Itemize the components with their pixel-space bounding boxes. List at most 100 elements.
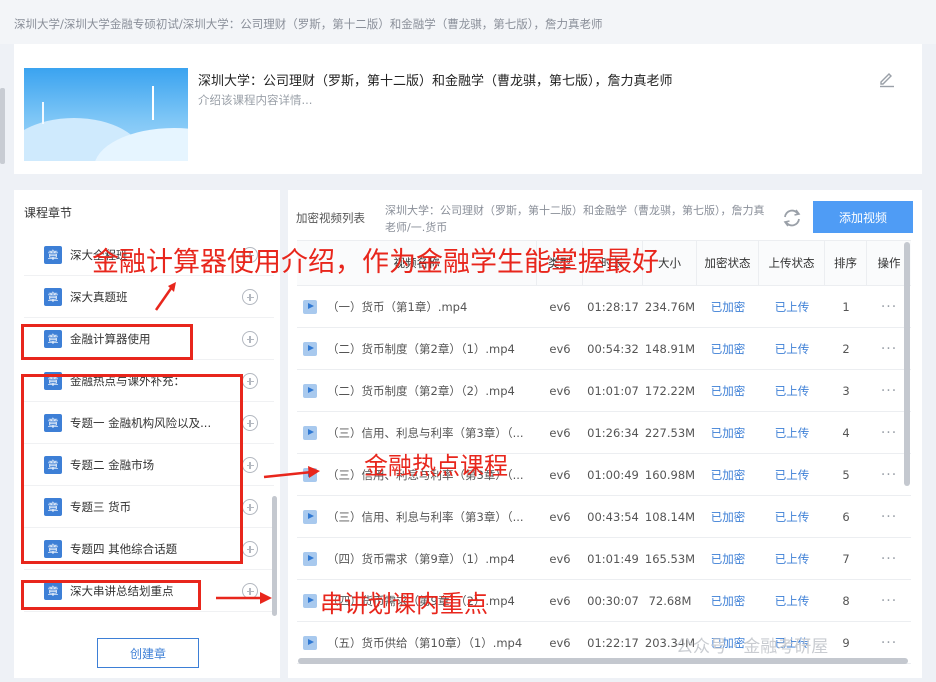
table-row[interactable]: （二）货币制度（第2章）（1）.mp4 ev6 00:54:32 148.91M 已加密… [297,328,911,370]
sort-order: 6 [842,509,850,524]
video-type: ev6 [549,425,571,440]
chapter-badge: 章 [44,245,62,264]
add-subsection-icon[interactable] [242,541,258,557]
column-header[interactable]: 上传状态 [759,240,825,286]
video-name-label: （三）信用、利息与利率（第3章）（... [327,425,524,440]
video-size: 165.53M [644,551,696,566]
video-name-label: （二）货币制度（第2章）（2）.mp4 [327,383,515,398]
upload-status-link[interactable]: 已上传 [759,509,825,525]
sort-order: 5 [842,467,850,482]
encryption-status-link[interactable]: 已加密 [697,341,759,357]
play-icon[interactable] [303,383,317,398]
encryption-status-link[interactable]: 已加密 [697,299,759,315]
add-subsection-icon[interactable] [242,373,258,389]
edit-icon[interactable] [878,70,896,88]
annotation-box-review [21,580,201,610]
more-actions-icon[interactable]: ··· [867,635,911,651]
video-type: ev6 [549,341,571,356]
upload-status-link[interactable]: 已上传 [759,341,825,357]
video-type: ev6 [549,383,571,398]
table-horizontal-scrollbar[interactable] [298,658,908,664]
play-icon[interactable] [303,425,317,440]
video-type: ev6 [549,593,571,608]
encryption-status-link[interactable]: 已加密 [697,425,759,441]
create-chapter-button[interactable]: 创建章 [97,638,199,668]
play-icon[interactable] [303,509,317,524]
upload-status-link[interactable]: 已上传 [759,425,825,441]
more-actions-icon[interactable]: ··· [867,509,911,525]
video-panel-title: 加密视频列表 [296,211,365,225]
video-duration: 00:43:54 [587,509,639,524]
add-subsection-icon[interactable] [242,499,258,515]
more-actions-icon[interactable]: ··· [867,551,911,567]
chapter-item[interactable]: 章深大真题班 [24,276,274,318]
video-name: （一）货币（第1章）.mp4 [297,299,537,315]
upload-status-link[interactable]: 已上传 [759,593,825,609]
upload-status-link[interactable]: 已上传 [759,467,825,483]
video-name: （三）信用、利息与利率（第3章）（... [297,509,537,525]
video-name-label: （三）信用、利息与利率（第3章）（... [327,509,524,524]
upload-status-link[interactable]: 已上传 [759,551,825,567]
encryption-status-link[interactable]: 已加密 [697,383,759,399]
video-size: 108.14M [644,509,696,524]
video-name-label: （二）货币制度（第2章）（1）.mp4 [327,341,515,356]
play-icon[interactable] [303,341,317,356]
video-duration: 01:22:17 [587,635,639,650]
video-name: （三）信用、利息与利率（第3章）（... [297,425,537,441]
video-name: （二）货币制度（第2章）（1）.mp4 [297,341,537,357]
page-scrollbar[interactable] [0,88,5,164]
add-subsection-icon[interactable] [242,457,258,473]
play-icon[interactable] [303,551,317,566]
annotation-review: 串讲划课内重点 [320,590,488,618]
add-subsection-icon[interactable] [242,289,258,305]
table-row[interactable]: （一）货币（第1章）.mp4 ev6 01:28:17 234.76M 已加密 已上传 1 ·… [297,286,911,328]
video-duration: 01:28:17 [587,299,639,314]
play-icon[interactable] [303,299,317,314]
watermark: 公众号 · 金融考研屋 [676,637,829,657]
add-subsection-icon[interactable] [242,583,258,599]
sort-order: 7 [842,551,850,566]
video-name-label: （四）货币需求（第9章）（1）.mp4 [327,551,515,566]
encryption-status-link[interactable]: 已加密 [697,551,759,567]
upload-status-link[interactable]: 已上传 [759,299,825,315]
annotation-calculator: 金融计算器使用介绍，作为金融学生能掌握最好 [92,247,659,278]
sort-order: 1 [842,299,850,314]
chapter-scrollbar[interactable] [272,496,277,616]
play-icon[interactable] [303,593,317,608]
table-row[interactable]: （三）信用、利息与利率（第3章）（... ev6 00:43:54 108.14M 已加… [297,496,911,538]
video-name: （四）货币需求（第9章）（1）.mp4 [297,551,537,567]
add-subsection-icon[interactable] [242,331,258,347]
chapter-badge: 章 [44,287,62,306]
upload-status-link[interactable]: 已上传 [759,383,825,399]
column-header[interactable]: 加密状态 [697,240,759,286]
encryption-status-link[interactable]: 已加密 [697,467,759,483]
add-subsection-icon[interactable] [242,415,258,431]
more-actions-icon[interactable]: ··· [867,593,911,609]
sort-order: 9 [842,635,850,650]
video-duration: 01:01:07 [587,383,639,398]
encryption-status-link[interactable]: 已加密 [697,593,759,609]
play-icon[interactable] [303,467,317,482]
encryption-status-link[interactable]: 已加密 [697,509,759,525]
refresh-icon[interactable] [780,206,804,230]
video-type: ev6 [549,467,571,482]
sort-order: 2 [842,341,850,356]
table-row[interactable]: （四）货币需求（第9章）（1）.mp4 ev6 01:01:49 165.53M 已加密… [297,538,911,580]
video-duration: 01:26:34 [587,425,639,440]
chapter-panel-title: 课程章节 [24,206,73,220]
video-duration: 01:00:49 [587,467,639,482]
breadcrumb: 深圳大学/深圳大学金融专硕初试/深圳大学：公司理财（罗斯，第十二版）和金融学（曹… [0,0,936,44]
course-title: 深圳大学：公司理财（罗斯，第十二版）和金融学（曹龙骐，第七版），詹力真老师 [198,74,673,89]
video-size: 72.68M [648,593,692,608]
column-header[interactable]: 排序 [825,240,867,286]
video-panel-path: 深圳大学：公司理财（罗斯，第十二版）和金融学（曹龙骐，第七版），詹力真老师/一.… [385,204,765,234]
play-icon[interactable] [303,635,317,650]
wind-turbine-icon [152,86,154,120]
table-vertical-scrollbar[interactable] [904,242,910,486]
table-row[interactable]: （二）货币制度（第2章）（2）.mp4 ev6 01:01:07 172.22M 已加密… [297,370,911,412]
video-type: ev6 [549,551,571,566]
annotation-box-calculator [21,324,193,360]
add-video-button[interactable]: 添加视频 [813,201,913,233]
course-cover-image [24,68,188,161]
video-duration: 00:30:07 [587,593,639,608]
